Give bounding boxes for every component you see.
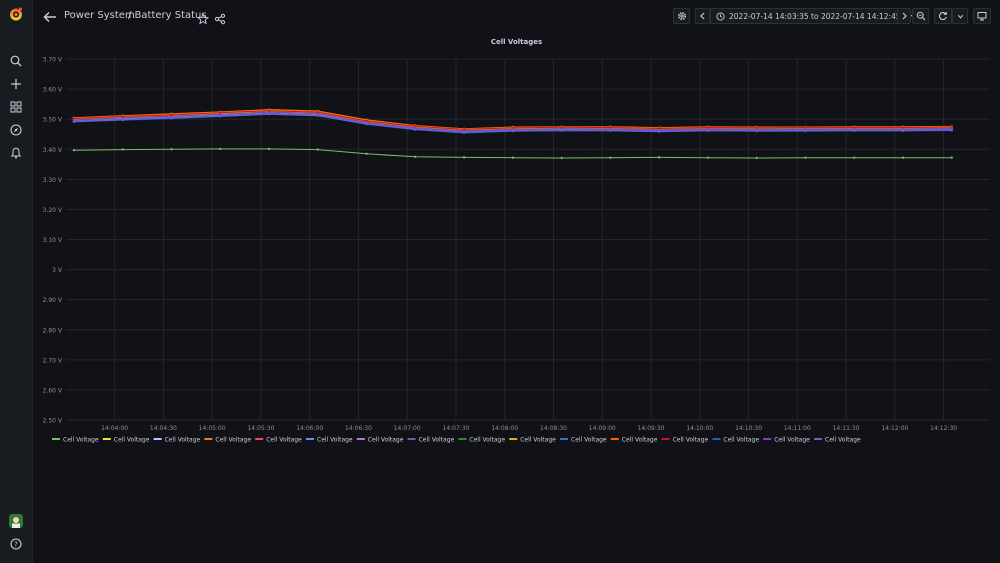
data-point [560,129,563,132]
data-point [365,122,368,126]
data-point [901,129,905,132]
data-point [609,156,612,159]
data-point [72,148,76,152]
legend-item[interactable]: Cell Voltage [63,436,99,443]
legend-item[interactable]: Cell Voltage [673,436,709,443]
data-point [219,114,222,118]
legend-item[interactable]: Cell Voltage [317,436,353,443]
data-point [755,129,758,133]
x-tick-label: 14:06:30 [345,425,372,432]
data-point [950,156,953,159]
legend-item[interactable]: Cell Voltage [622,436,658,443]
legend-item[interactable]: Cell Voltage [215,436,251,443]
y-tick-label: 3.50 V [43,117,63,124]
data-point [901,156,905,159]
x-tick-label: 14:09:30 [638,425,665,432]
data-point [657,156,661,159]
x-tick-label: 14:12:30 [930,425,957,432]
legend-item[interactable]: Cell Voltage [165,436,201,443]
data-point [267,112,271,116]
y-tick-label: 3.30 V [43,177,63,184]
data-point [511,129,515,133]
data-point [462,131,466,134]
data-point [316,148,320,151]
data-point [853,129,856,132]
y-tick-label: 3.60 V [43,87,63,94]
y-tick-label: 2.90 V [43,297,63,304]
y-tick-label: 3.40 V [43,147,63,154]
data-point [853,156,856,159]
data-point [511,156,515,159]
data-point [609,129,612,132]
data-point [267,147,271,151]
x-tick-label: 14:04:00 [101,425,128,432]
legend-item[interactable]: Cell Voltage [266,436,302,443]
x-tick-label: 14:07:00 [394,425,421,432]
legend-item[interactable]: Cell Voltage [774,436,810,443]
data-point [414,128,417,131]
x-tick-label: 14:10:00 [686,425,713,432]
x-tick-label: 14:05:00 [199,425,226,432]
y-tick-label: 3.10 V [43,237,63,244]
data-point [219,147,222,151]
data-point [170,116,173,120]
cell-voltage-chart[interactable]: 3.70 V 3.60 V 3.50 V 3.40 V 3.30 V 3.20 V 3.10… [0,0,1000,563]
data-point [414,155,417,158]
data-point [170,148,173,151]
x-tick-label: 14:08:00 [491,425,518,432]
legend-item[interactable]: Cell Voltage [520,436,556,443]
x-tick-label: 14:05:30 [247,425,274,432]
x-tick-label: 14:10:30 [735,425,762,432]
data-point [560,156,563,160]
x-tick-label: 14:06:00 [296,425,323,432]
x-tick-label: 14:11:00 [784,425,811,432]
data-point [706,156,710,159]
legend-item[interactable]: Cell Voltage [723,436,759,443]
data-point [657,130,661,133]
data-point [755,156,758,160]
data-point [316,114,320,117]
data-point [365,152,368,155]
legend-item[interactable]: Cell Voltage [114,436,150,443]
y-tick-label: 3.20 V [43,207,63,214]
legend-item[interactable]: Cell Voltage [571,436,607,443]
legend-item[interactable]: Cell Voltage [469,436,505,443]
data-point [121,118,124,121]
x-tick-label: 14:09:00 [589,425,616,432]
y-tick-label: 2.60 V [43,387,63,394]
y-tick-label: 2.70 V [43,357,63,364]
x-tick-label: 14:11:30 [833,425,860,432]
x-tick-label: 14:07:30 [443,425,470,432]
data-point [804,156,807,159]
data-point [121,148,124,151]
data-point [72,120,76,123]
x-tick-label: 14:04:30 [150,425,177,432]
data-point [706,129,710,132]
legend-item[interactable]: Cell Voltage [825,436,861,443]
y-tick-label: 2.80 V [43,327,63,334]
x-tick-label: 14:08:30 [540,425,567,432]
y-tick-label: 3.70 V [43,57,63,64]
y-tick-label: 3 V [52,267,63,274]
data-point [950,128,953,132]
data-point [804,129,807,132]
x-tick-label: 14:12:00 [881,425,908,432]
legend-item[interactable]: Cell Voltage [368,436,404,443]
legend-item[interactable]: Cell Voltage [419,436,455,443]
y-tick-label: 2.50 V [43,418,63,425]
data-point [462,156,466,159]
